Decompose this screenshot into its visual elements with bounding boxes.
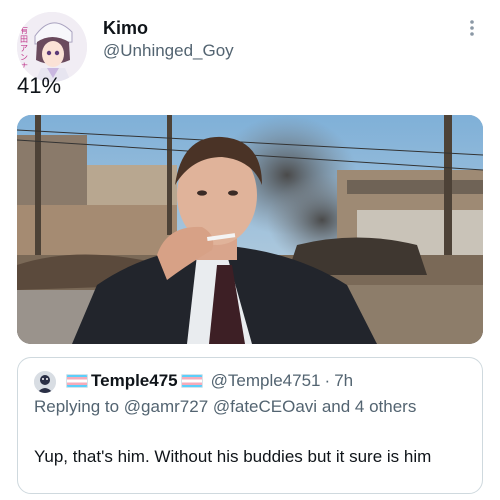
replying-to-others[interactable]: and 4 others <box>322 397 417 416</box>
quote-timestamp[interactable]: 7h <box>334 371 353 391</box>
mention-fateceoavi[interactable]: @fateCEOavi <box>213 397 317 416</box>
transgender-flag-icon <box>180 374 203 388</box>
quote-text: Yup, that's him. Without his buddies but… <box>34 447 432 466</box>
author-handle[interactable]: @Unhinged_Goy <box>103 41 234 61</box>
transgender-flag-icon <box>66 374 88 388</box>
mention-gamr727[interactable]: @gamr727 <box>124 397 208 416</box>
tweet-text: 41% <box>17 73 62 98</box>
photo-illustration <box>17 115 483 344</box>
replying-to-line: Replying to @gamr727 @fateCEOavi and 4 o… <box>34 396 464 418</box>
separator-dot: · <box>324 371 331 390</box>
author-avatar[interactable]: 有田アンナ <box>17 12 87 82</box>
replying-to-label: Replying to <box>34 397 120 416</box>
more-vertical-icon[interactable] <box>462 16 482 40</box>
quote-author-avatar[interactable] <box>34 371 56 393</box>
author-name[interactable]: Kimo <box>103 18 148 39</box>
tweet-photo[interactable] <box>17 115 483 344</box>
quote-author-name[interactable]: Temple475 <box>91 371 178 391</box>
quote-author-handle[interactable]: @Temple4751 <box>211 371 321 391</box>
quoted-tweet-card[interactable]: Temple475 @Temple4751 · 7h Replying to @… <box>17 357 483 494</box>
avatar-vertical-text: 有田アンナ <box>20 26 28 71</box>
